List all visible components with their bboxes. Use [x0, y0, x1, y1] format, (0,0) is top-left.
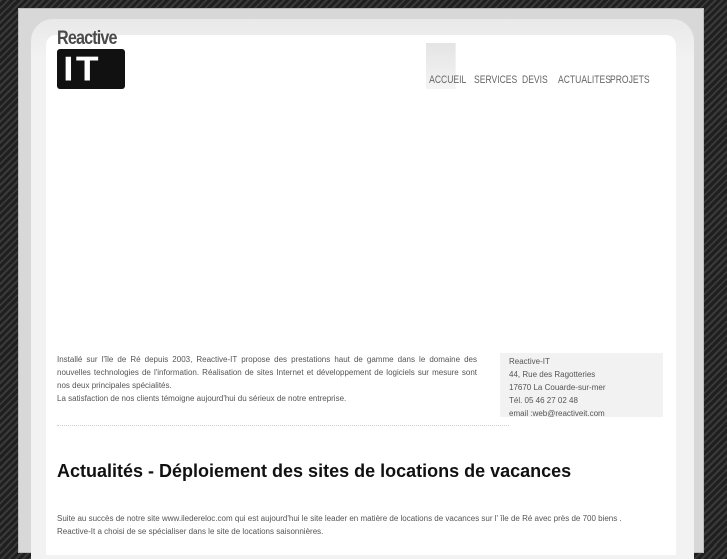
intro-paragraph: Installé sur l'île de Ré depuis 2003, Re… — [57, 355, 477, 390]
nav-accueil-label: ACCUEIL — [429, 74, 467, 86]
address-email[interactable]: email :web@reactiveit.com — [509, 407, 663, 420]
intro-text: Installé sur l'île de Ré depuis 2003, Re… — [57, 353, 477, 405]
news-title: Actualités - Déploiement des sites de lo… — [57, 461, 572, 481]
address-box: Reactive-IT 44, Rue des Ragotteries 1767… — [500, 353, 663, 420]
nav-services-label: SERVICES — [474, 74, 518, 86]
address-company: Reactive-IT — [509, 357, 550, 366]
nav-devis-label: DEVIS — [522, 74, 548, 86]
address-city: 17670 La Couarde-sur-mer — [509, 383, 606, 392]
nav-accueil[interactable]: ACCUEIL — [426, 43, 466, 89]
address-street: 44, Rue des Ragotteries — [509, 370, 596, 379]
nav-actualites-label: ACTUALITES — [558, 74, 611, 86]
nav-projets-label: PROJETS — [610, 74, 650, 86]
intro-satisfaction: La satisfaction de nos clients témoigne … — [57, 394, 347, 403]
logo-mark-text: IT — [62, 50, 100, 91]
dotted-divider — [57, 425, 509, 426]
logo-word: Reactive — [57, 28, 117, 49]
reactive-it-logo[interactable]: Reactive IT — [57, 28, 127, 91]
news-body: Suite au succès de notre site www.ileder… — [57, 514, 622, 536]
address-phone: Tél. 05 46 27 02 48 — [509, 396, 578, 405]
logo-mark: IT — [57, 49, 125, 91]
